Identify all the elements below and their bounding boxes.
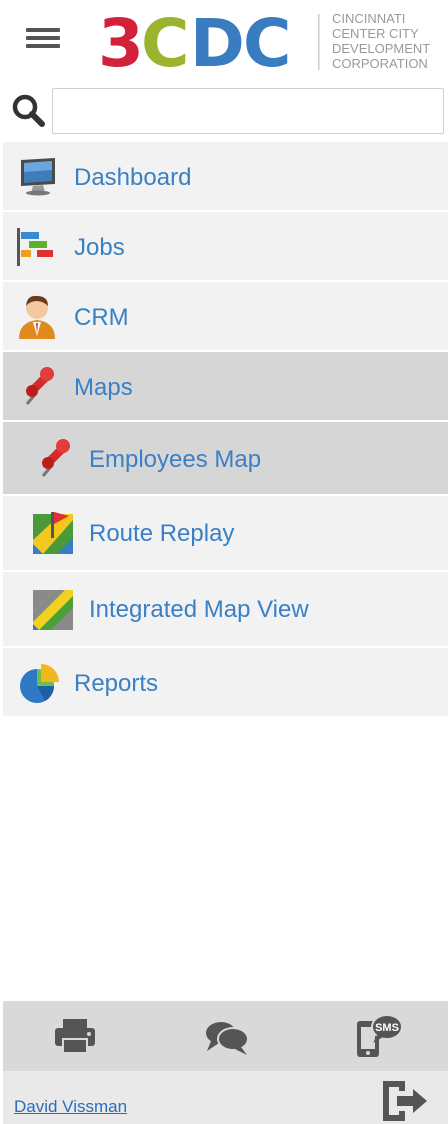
menu-item-label: CRM — [74, 304, 129, 331]
user-profile-link[interactable]: David Vissman — [14, 1097, 127, 1117]
user-bar: David Vissman — [3, 1071, 448, 1124]
app-header: 3 C D C CINCINNATI CENTER CITY DEVELOPME… — [0, 0, 448, 82]
menu-item-label: Route Replay — [89, 520, 235, 547]
footer-toolbar: SMS — [3, 1001, 448, 1071]
svg-text:CORPORATION: CORPORATION — [332, 56, 428, 71]
menu-item-label: Integrated Map View — [89, 596, 309, 623]
menu-item-jobs[interactable]: Jobs — [3, 212, 448, 282]
search-icon[interactable] — [10, 92, 46, 128]
3cdc-logo: 3 C D C CINCINNATI CENTER CITY DEVELOPME… — [98, 8, 430, 74]
sms-phone-icon[interactable]: SMS — [353, 1011, 405, 1061]
menu-item-label: Reports — [74, 670, 159, 697]
svg-text:C: C — [141, 8, 189, 74]
menu-item-reports[interactable]: Reports — [3, 648, 448, 718]
side-menu: Dashboard Jobs CRM Maps Employees Map Ro… — [3, 142, 448, 718]
menu-item-integrated-map-view[interactable]: Integrated Map View — [3, 572, 448, 648]
menu-item-label: Maps — [74, 374, 133, 401]
menu-item-label: Jobs — [74, 234, 125, 261]
menu-item-employees-map[interactable]: Employees Map — [3, 422, 448, 496]
gantt-chart-icon — [17, 228, 53, 266]
svg-text:CINCINNATI: CINCINNATI — [332, 11, 405, 26]
menu-item-crm[interactable]: CRM — [3, 282, 448, 352]
chat-bubbles-icon[interactable] — [201, 1011, 253, 1061]
sms-badge-text: SMS — [375, 1022, 399, 1034]
monitor-icon — [21, 158, 55, 196]
svg-text:DEVELOPMENT: DEVELOPMENT — [332, 41, 430, 56]
search-input[interactable] — [52, 88, 444, 134]
map-flag-icon — [33, 512, 73, 554]
printer-icon[interactable] — [49, 1011, 101, 1061]
svg-text:C: C — [243, 8, 291, 74]
logout-icon[interactable] — [379, 1079, 431, 1123]
map-icon — [33, 590, 73, 630]
person-icon — [19, 295, 55, 339]
svg-text:3: 3 — [98, 8, 144, 74]
hamburger-menu-icon[interactable] — [26, 28, 60, 52]
menu-item-dashboard[interactable]: Dashboard — [3, 142, 448, 212]
svg-text:CENTER CITY: CENTER CITY — [332, 26, 419, 41]
menu-item-label: Dashboard — [74, 164, 192, 191]
svg-text:D: D — [190, 8, 245, 74]
pushpin-icon — [25, 367, 54, 405]
menu-item-label: Employees Map — [89, 446, 262, 473]
menu-item-maps[interactable]: Maps — [3, 352, 448, 422]
pie-chart-icon — [20, 664, 59, 703]
pushpin-icon — [41, 439, 70, 477]
menu-item-route-replay[interactable]: Route Replay — [3, 496, 448, 572]
